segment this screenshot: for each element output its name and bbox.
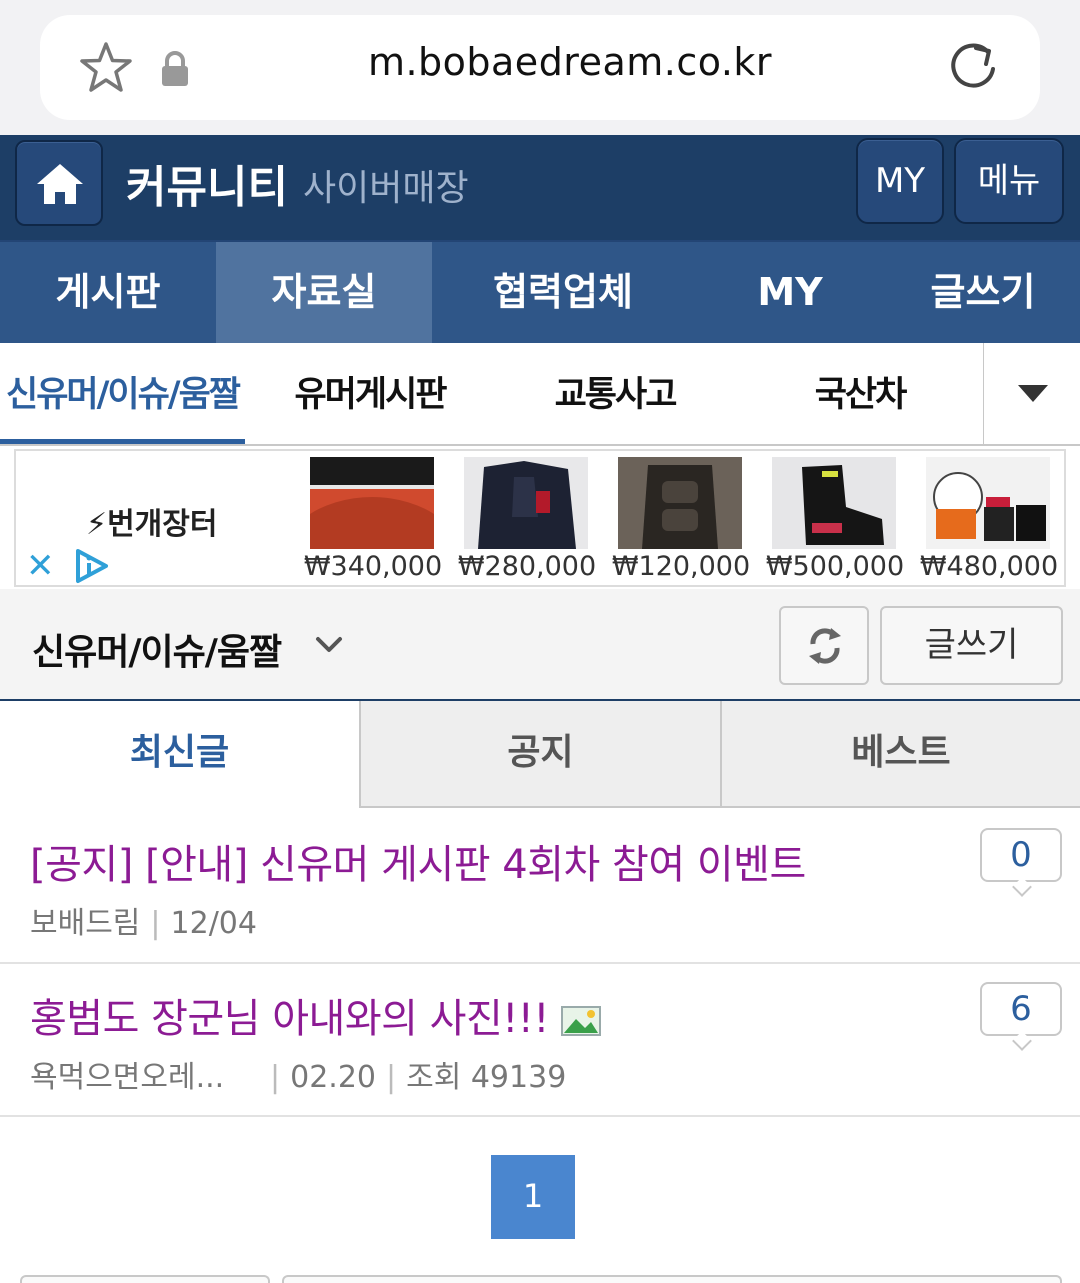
sub-tabs: 최신글 공지 베스트 <box>0 701 1080 808</box>
category-tab-humor-board[interactable]: 유머게시판 <box>250 343 490 444</box>
tab-latest[interactable]: 최신글 <box>0 701 359 808</box>
category-tab-traffic-accident[interactable]: 교통사고 <box>495 343 735 444</box>
ad-price: ₩120,000 <box>611 551 751 582</box>
nav-item-archive[interactable]: 자료실 <box>216 242 432 343</box>
url-text[interactable]: m.bobaedream.co.kr <box>300 40 840 84</box>
post-author: 보배드림 <box>30 906 141 941</box>
category-tab-domestic-car[interactable]: 국산차 <box>740 343 980 444</box>
list-item[interactable]: [공지] [안내] 신유머 게시판 4회차 참여 이벤트 보배드림 | 12/04 … <box>0 808 1080 964</box>
ad-banner[interactable]: ⚡번개장터 ✕ ₩340,000 ₩280,000 ₩120,000 ₩500,… <box>14 449 1066 587</box>
site-header: 커뮤니티 사이버매장 MY 메뉴 <box>0 135 1080 240</box>
post-title[interactable]: [공지] [안내] 신유머 게시판 4회차 참여 이벤트 <box>30 832 806 890</box>
page-title[interactable]: 커뮤니티 <box>126 151 288 215</box>
nav-item-partners[interactable]: 협력업체 <box>432 242 694 343</box>
post-title[interactable]: 홍범도 장군님 아내와의 사진!!! <box>30 996 549 1042</box>
triangle-down-icon <box>1018 385 1048 402</box>
ad-brand-logo[interactable]: ⚡번개장터 <box>86 499 217 543</box>
post-views: 조회 49139 <box>406 1060 567 1095</box>
search-type-select[interactable] <box>20 1275 270 1283</box>
ad-product-item[interactable]: ₩120,000 <box>612 457 750 587</box>
category-dropdown-button[interactable] <box>983 343 1080 444</box>
ad-product-item[interactable]: ₩500,000 <box>766 457 904 587</box>
boots-image <box>772 457 896 549</box>
reload-icon[interactable] <box>944 38 1002 96</box>
board-header: 신유머/이슈/움짤 글쓰기 <box>0 589 1080 701</box>
tab-best[interactable]: 베스트 <box>720 701 1080 808</box>
bookmark-star-icon[interactable] <box>78 40 134 96</box>
home-icon <box>37 164 83 204</box>
ad-product-item[interactable]: ₩480,000 <box>920 457 1058 587</box>
ad-price: ₩340,000 <box>303 551 443 582</box>
tab-notice[interactable]: 공지 <box>359 701 720 808</box>
jacket-image <box>464 457 588 549</box>
menu-button[interactable]: 메뉴 <box>954 138 1064 224</box>
ad-price: ₩480,000 <box>919 551 1059 582</box>
ad-price: ₩280,000 <box>457 551 597 582</box>
main-nav: 게시판 자료실 협력업체 MY 글쓰기 <box>0 240 1080 343</box>
list-item[interactable]: 홍범도 장군님 아내와의 사진!!! 욕먹으면오레... | 02.20 | 조회 49… <box>0 964 1080 1117</box>
post-author: 욕먹으면오레... <box>30 1060 225 1095</box>
post-title-row[interactable]: 홍범도 장군님 아내와의 사진!!! <box>30 986 601 1044</box>
ad-product-item[interactable]: ₩340,000 <box>304 457 442 587</box>
armor-image <box>618 457 742 549</box>
lock-icon <box>162 51 188 86</box>
image-attachment-icon <box>560 1006 601 1036</box>
my-button[interactable]: MY <box>856 138 944 224</box>
ad-price: ₩500,000 <box>765 551 905 582</box>
write-button[interactable]: 글쓰기 <box>880 606 1063 685</box>
comment-count-badge: 0 <box>980 828 1062 882</box>
post-meta: 보배드림 | 12/04 <box>30 906 257 941</box>
helmet-image <box>926 457 1050 549</box>
category-tab-new-humor[interactable]: 신유머/이슈/움짤 <box>0 343 245 444</box>
refresh-icon <box>809 628 841 664</box>
search-input[interactable] <box>282 1275 1062 1283</box>
home-button[interactable] <box>15 140 103 226</box>
tire-image <box>310 457 434 549</box>
browser-address-bar: m.bobaedream.co.kr <box>0 0 1080 135</box>
nav-item-my[interactable]: MY <box>694 242 886 343</box>
ad-product-item[interactable]: ₩280,000 <box>458 457 596 587</box>
board-title-selector[interactable]: 신유머/이슈/움짤 <box>32 623 282 675</box>
category-tabs: 신유머/이슈/움짤 유머게시판 교통사고 국산차 <box>0 343 1080 446</box>
ad-close-icon[interactable]: ✕ <box>26 549 55 583</box>
post-date: 02.20 <box>290 1060 376 1095</box>
nav-item-write[interactable]: 글쓰기 <box>886 242 1080 343</box>
post-meta: 욕먹으면오레... | 02.20 | 조회 49139 <box>30 1052 566 1096</box>
pagination-page-button[interactable]: 1 <box>491 1155 575 1239</box>
refresh-button[interactable] <box>779 606 869 685</box>
comment-count-badge: 6 <box>980 982 1062 1036</box>
ad-choices-icon[interactable] <box>72 547 112 585</box>
chevron-down-icon[interactable] <box>314 633 344 657</box>
post-date: 12/04 <box>170 906 257 941</box>
nav-item-board[interactable]: 게시판 <box>0 242 216 343</box>
page-subtitle-link[interactable]: 사이버매장 <box>303 159 469 211</box>
